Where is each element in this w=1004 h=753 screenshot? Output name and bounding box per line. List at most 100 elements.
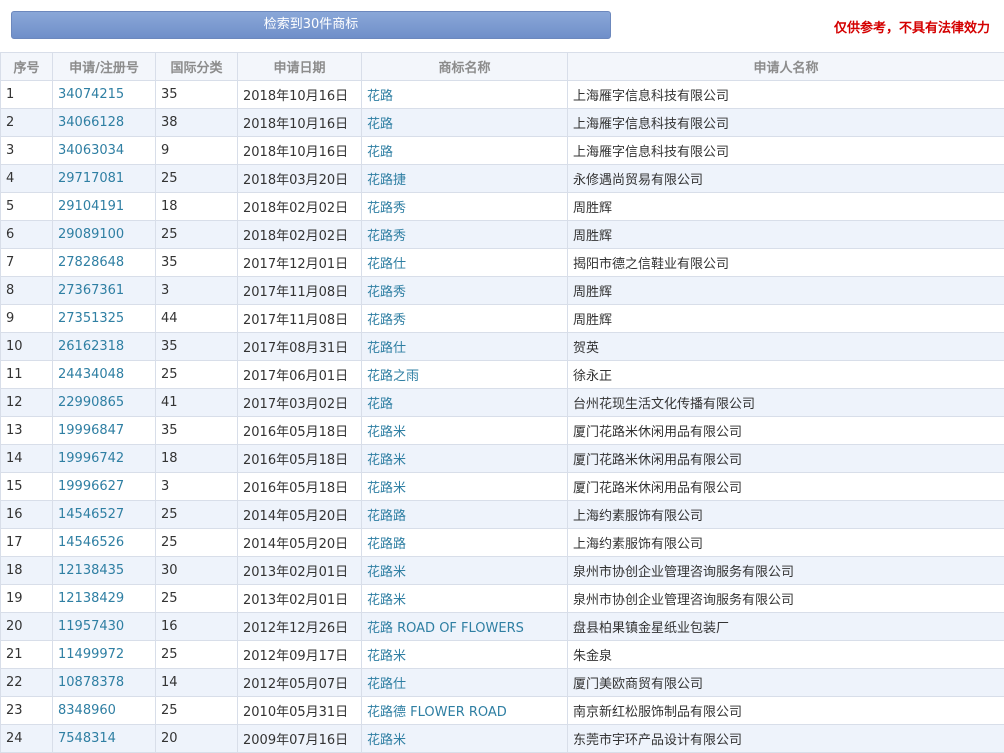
trademark-name-link[interactable]: 花路米: [362, 557, 568, 585]
table-header-row: 序号 申请/注册号 国际分类 申请日期 商标名称 申请人名称: [1, 53, 1004, 81]
table-row: 429717081252018年03月20日花路捷永修遇尚贸易有限公司: [1, 165, 1004, 193]
trademark-name-link[interactable]: 花路秀: [362, 305, 568, 333]
cell-index: 7: [1, 249, 53, 277]
cell-applicant: 揭阳市德之信鞋业有限公司: [568, 249, 1004, 277]
cell-class: 25: [156, 501, 238, 529]
trademark-name-link[interactable]: 花路米: [362, 585, 568, 613]
registration-number-link[interactable]: 19996742: [53, 445, 156, 473]
registration-number-link[interactable]: 19996627: [53, 473, 156, 501]
registration-number-link[interactable]: 29104191: [53, 193, 156, 221]
trademark-name-link[interactable]: 花路路: [362, 529, 568, 557]
registration-number-link[interactable]: 8348960: [53, 697, 156, 725]
cell-application-date: 2017年11月08日: [238, 277, 362, 305]
table-row: 1614546527252014年05月20日花路路上海约素服饰有限公司: [1, 501, 1004, 529]
cell-application-date: 2018年03月20日: [238, 165, 362, 193]
registration-number-link[interactable]: 14546527: [53, 501, 156, 529]
cell-index: 24: [1, 725, 53, 753]
registration-number-link[interactable]: 34074215: [53, 81, 156, 109]
registration-number-link[interactable]: 7548314: [53, 725, 156, 753]
trademark-name-link[interactable]: 花路 ROAD OF FLOWERS: [362, 613, 568, 641]
trademark-name-link[interactable]: 花路米: [362, 417, 568, 445]
trademark-results-table: 序号 申请/注册号 国际分类 申请日期 商标名称 申请人名称 134074215…: [0, 52, 1004, 753]
cell-class: 35: [156, 333, 238, 361]
trademark-name-link[interactable]: 花路路: [362, 501, 568, 529]
cell-application-date: 2016年05月18日: [238, 417, 362, 445]
cell-application-date: 2014年05月20日: [238, 501, 362, 529]
column-header-trademark-name[interactable]: 商标名称: [362, 53, 568, 81]
cell-applicant: 厦门花路米休闲用品有限公司: [568, 417, 1004, 445]
registration-number-link[interactable]: 29717081: [53, 165, 156, 193]
trademark-name-link[interactable]: 花路: [362, 137, 568, 165]
trademark-name-link[interactable]: 花路之雨: [362, 361, 568, 389]
registration-number-link[interactable]: 12138435: [53, 557, 156, 585]
cell-application-date: 2017年08月31日: [238, 333, 362, 361]
column-header-index[interactable]: 序号: [1, 53, 53, 81]
trademark-name-link[interactable]: 花路捷: [362, 165, 568, 193]
column-header-application-date[interactable]: 申请日期: [238, 53, 362, 81]
trademark-name-link[interactable]: 花路仕: [362, 669, 568, 697]
cell-class: 25: [156, 165, 238, 193]
cell-applicant: 上海雁字信息科技有限公司: [568, 137, 1004, 165]
trademark-name-link[interactable]: 花路秀: [362, 193, 568, 221]
registration-number-link[interactable]: 11499972: [53, 641, 156, 669]
cell-application-date: 2018年02月02日: [238, 221, 362, 249]
cell-index: 23: [1, 697, 53, 725]
trademark-name-link[interactable]: 花路米: [362, 641, 568, 669]
cell-applicant: 厦门花路米休闲用品有限公司: [568, 473, 1004, 501]
cell-applicant: 上海约素服饰有限公司: [568, 501, 1004, 529]
trademark-name-link[interactable]: 花路仕: [362, 249, 568, 277]
trademark-name-link[interactable]: 花路: [362, 109, 568, 137]
registration-number-link[interactable]: 19996847: [53, 417, 156, 445]
table-row: 238348960252010年05月31日花路德 FLOWER ROAD南京新…: [1, 697, 1004, 725]
cell-application-date: 2017年06月01日: [238, 361, 362, 389]
table-row: 1419996742182016年05月18日花路米厦门花路米休闲用品有限公司: [1, 445, 1004, 473]
registration-number-link[interactable]: 34066128: [53, 109, 156, 137]
trademark-name-link[interactable]: 花路: [362, 81, 568, 109]
cell-class: 25: [156, 361, 238, 389]
cell-applicant: 周胜辉: [568, 305, 1004, 333]
column-header-applicant[interactable]: 申请人名称: [568, 53, 1004, 81]
cell-applicant: 上海约素服饰有限公司: [568, 529, 1004, 557]
trademark-name-link[interactable]: 花路秀: [362, 221, 568, 249]
cell-index: 20: [1, 613, 53, 641]
registration-number-link[interactable]: 11957430: [53, 613, 156, 641]
cell-applicant: 上海雁字信息科技有限公司: [568, 81, 1004, 109]
cell-index: 6: [1, 221, 53, 249]
cell-application-date: 2018年02月02日: [238, 193, 362, 221]
trademark-name-link[interactable]: 花路: [362, 389, 568, 417]
table-row: 1319996847352016年05月18日花路米厦门花路米休闲用品有限公司: [1, 417, 1004, 445]
registration-number-link[interactable]: 12138429: [53, 585, 156, 613]
registration-number-link[interactable]: 29089100: [53, 221, 156, 249]
cell-index: 17: [1, 529, 53, 557]
registration-number-link[interactable]: 22990865: [53, 389, 156, 417]
cell-index: 10: [1, 333, 53, 361]
cell-application-date: 2017年12月01日: [238, 249, 362, 277]
registration-number-link[interactable]: 24434048: [53, 361, 156, 389]
trademark-name-link[interactable]: 花路米: [362, 445, 568, 473]
registration-number-link[interactable]: 10878378: [53, 669, 156, 697]
cell-class: 25: [156, 585, 238, 613]
column-header-class[interactable]: 国际分类: [156, 53, 238, 81]
trademark-name-link[interactable]: 花路米: [362, 473, 568, 501]
column-header-registration-number[interactable]: 申请/注册号: [53, 53, 156, 81]
cell-applicant: 厦门美欧商贸有限公司: [568, 669, 1004, 697]
trademark-name-link[interactable]: 花路仕: [362, 333, 568, 361]
cell-index: 3: [1, 137, 53, 165]
registration-number-link[interactable]: 27367361: [53, 277, 156, 305]
registration-number-link[interactable]: 27828648: [53, 249, 156, 277]
cell-index: 16: [1, 501, 53, 529]
registration-number-link[interactable]: 27351325: [53, 305, 156, 333]
registration-number-link[interactable]: 34063034: [53, 137, 156, 165]
cell-index: 13: [1, 417, 53, 445]
registration-number-link[interactable]: 14546526: [53, 529, 156, 557]
cell-index: 14: [1, 445, 53, 473]
cell-applicant: 周胜辉: [568, 193, 1004, 221]
cell-class: 44: [156, 305, 238, 333]
registration-number-link[interactable]: 26162318: [53, 333, 156, 361]
search-result-button[interactable]: 检索到30件商标: [11, 11, 611, 39]
trademark-name-link[interactable]: 花路米: [362, 725, 568, 753]
trademark-name-link[interactable]: 花路德 FLOWER ROAD: [362, 697, 568, 725]
table-row: 927351325442017年11月08日花路秀周胜辉: [1, 305, 1004, 333]
trademark-name-link[interactable]: 花路秀: [362, 277, 568, 305]
table-row: 1812138435302013年02月01日花路米泉州市协创企业管理咨询服务有…: [1, 557, 1004, 585]
